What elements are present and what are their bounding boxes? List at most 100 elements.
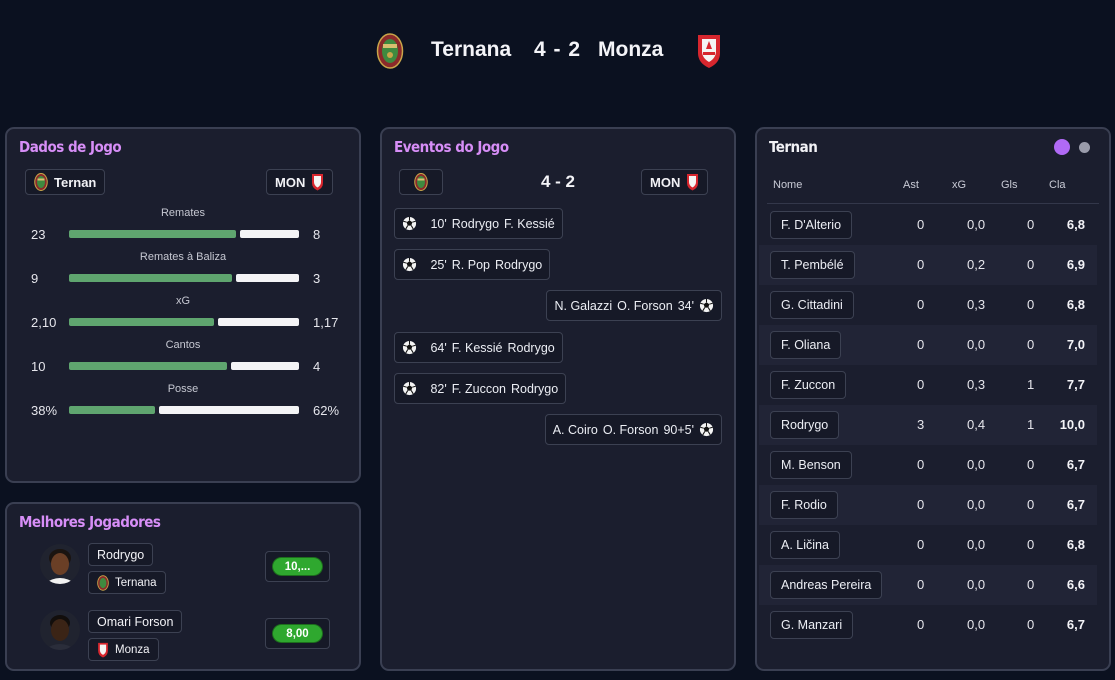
stat-home-value: 23 — [31, 227, 46, 242]
goal-event[interactable]: 25' R. Pop Rodrygo — [394, 249, 551, 280]
event-assist: O. Forson — [602, 422, 659, 437]
player-name-chip[interactable]: G. Manzari — [770, 611, 854, 639]
home-team-chip[interactable]: Ternan — [25, 169, 106, 195]
event-minute: 90+5' — [663, 422, 694, 437]
table-row[interactable]: M. Benson 0 0,0 0 6,7 — [759, 445, 1097, 485]
event-scorer: F. Zuccon — [451, 381, 506, 396]
table-row[interactable]: G. Cittadini 0 0,3 0 6,8 — [759, 285, 1097, 325]
away-team-chip[interactable]: MON — [641, 169, 709, 195]
table-row[interactable]: F. Rodio 0 0,0 0 6,7 — [759, 485, 1097, 525]
event-assist: Rodrygo — [495, 257, 543, 272]
stat-label: Remates à Baliza — [139, 251, 227, 263]
cell-goals: 0 — [1027, 617, 1035, 632]
player-name-chip[interactable]: F. D'Alterio — [770, 211, 853, 239]
events-panel: Eventos do Jogo 4 - 2 MON 10' Rodrygo F. K… — [380, 127, 736, 671]
cell-xg: 0,0 — [967, 537, 986, 552]
col-header-goals[interactable]: Gls — [1001, 179, 1018, 191]
player-name-chip[interactable]: F. Rodio — [770, 491, 838, 519]
player-name-chip[interactable]: F. Oliana — [770, 331, 842, 359]
away-chip-label: MON — [275, 174, 306, 190]
football-icon — [402, 216, 417, 231]
cell-assists: 0 — [917, 617, 925, 632]
home-chip-label: Ternan — [54, 174, 97, 190]
col-header-assists[interactable]: Ast — [903, 179, 919, 191]
goal-event[interactable]: 10' Rodrygo F. Kessié — [394, 208, 563, 239]
cell-rating: 6,7 — [1066, 457, 1085, 472]
team-toggle-home[interactable] — [1054, 139, 1070, 155]
stat-label: Cantos — [165, 339, 201, 351]
player-name: Omari Forson — [97, 614, 174, 629]
table-row[interactable]: A. Ličina 0 0,0 0 6,8 — [759, 525, 1097, 565]
team-toggle-away[interactable] — [1079, 142, 1090, 153]
col-header-rating[interactable]: Cla — [1049, 179, 1066, 191]
player-rating-badge: 10,... — [273, 558, 322, 575]
stat-away-value: 8 — [313, 227, 321, 242]
monza-crest-icon — [687, 174, 699, 191]
event-assist: O. Forson — [617, 298, 673, 313]
lineup-title: Ternan — [769, 138, 818, 156]
stat-label: Posse — [167, 383, 199, 395]
ternana-crest-icon — [34, 173, 48, 191]
stat-home-value: 38% — [31, 403, 58, 418]
player-name-chip[interactable]: Andreas Pereira — [770, 571, 883, 599]
player-team-chip[interactable]: Monza — [88, 638, 159, 661]
goal-event[interactable]: 82' F. Zuccon Rodrygo — [394, 373, 567, 404]
monza-crest-icon — [698, 35, 720, 68]
player-name-chip[interactable]: T. Pembélé — [770, 251, 855, 279]
table-row[interactable]: G. Manzari 0 0,0 0 6,7 — [759, 605, 1097, 645]
football-icon — [402, 257, 417, 272]
stat-home-bar — [69, 230, 236, 238]
cell-xg: 0,0 — [967, 577, 986, 592]
player-name: Rodrygo — [97, 547, 145, 562]
away-team-chip[interactable]: MON — [266, 169, 334, 195]
cell-rating: 6,9 — [1066, 257, 1085, 272]
match-score: 4 - 2 — [534, 38, 582, 61]
cell-xg: 0,4 — [967, 417, 986, 432]
cell-goals: 0 — [1027, 297, 1035, 312]
goal-event[interactable]: N. Galazzi O. Forson 34' — [546, 290, 722, 321]
rating-box: 8,00 — [265, 618, 330, 649]
col-header-xg[interactable]: xG — [952, 179, 966, 191]
cell-rating: 6,6 — [1066, 577, 1085, 592]
player-name-chip[interactable]: Rodrygo — [770, 411, 840, 439]
cell-xg: 0,2 — [967, 257, 986, 272]
stat-away-bar — [218, 318, 299, 326]
player-name-chip[interactable]: Rodrygo — [88, 543, 154, 566]
cell-rating: 6,8 — [1066, 537, 1085, 552]
cell-xg: 0,3 — [967, 377, 986, 392]
stat-home-bar — [69, 362, 227, 370]
table-row[interactable]: F. Zuccon 0 0,3 1 7,7 — [759, 365, 1097, 405]
stat-label: xG — [175, 295, 191, 307]
player-team-chip[interactable]: Ternana — [88, 571, 166, 594]
cell-assists: 0 — [917, 297, 925, 312]
goal-event[interactable]: A. Coiro O. Forson 90+5' — [544, 414, 722, 445]
col-header-name[interactable]: Nome — [773, 179, 802, 191]
away-team-name: Monza — [598, 38, 664, 61]
player-name-chip[interactable]: A. Ličina — [770, 531, 840, 559]
stat-away-bar — [236, 274, 299, 282]
player-name-chip[interactable]: M. Benson — [770, 451, 852, 479]
table-row[interactable]: F. D'Alterio 0 0,0 0 6,8 — [759, 205, 1097, 245]
table-row[interactable]: F. Oliana 0 0,0 0 7,0 — [759, 325, 1097, 365]
event-minute: 10' — [430, 216, 447, 231]
goal-event[interactable]: 64' F. Kessié Rodrygo — [394, 332, 563, 363]
player-name-chip[interactable]: F. Zuccon — [770, 371, 847, 399]
player-name-chip[interactable]: Omari Forson — [88, 610, 183, 633]
cell-rating: 7,7 — [1066, 377, 1085, 392]
event-scorer: Rodrygo — [451, 216, 500, 231]
player-name-chip[interactable]: G. Cittadini — [770, 291, 854, 319]
cell-rating: 6,7 — [1066, 497, 1085, 512]
stat-away-bar — [159, 406, 299, 414]
cell-goals: 0 — [1027, 337, 1035, 352]
rating-box: 10,... — [265, 551, 330, 582]
table-row[interactable]: Andreas Pereira 0 0,0 0 6,6 — [759, 565, 1097, 605]
stat-label: Remates — [160, 207, 206, 219]
stat-away-value: 62% — [313, 403, 340, 418]
cell-goals: 0 — [1027, 217, 1035, 232]
stat-home-bar — [69, 406, 155, 414]
table-row[interactable]: T. Pembélé 0 0,2 0 6,9 — [759, 245, 1097, 285]
player-avatar — [40, 544, 80, 584]
cell-assists: 0 — [917, 457, 925, 472]
event-assist: Rodrygo — [510, 381, 559, 396]
table-row[interactable]: Rodrygo 3 0,4 1 10,0 — [759, 405, 1097, 445]
